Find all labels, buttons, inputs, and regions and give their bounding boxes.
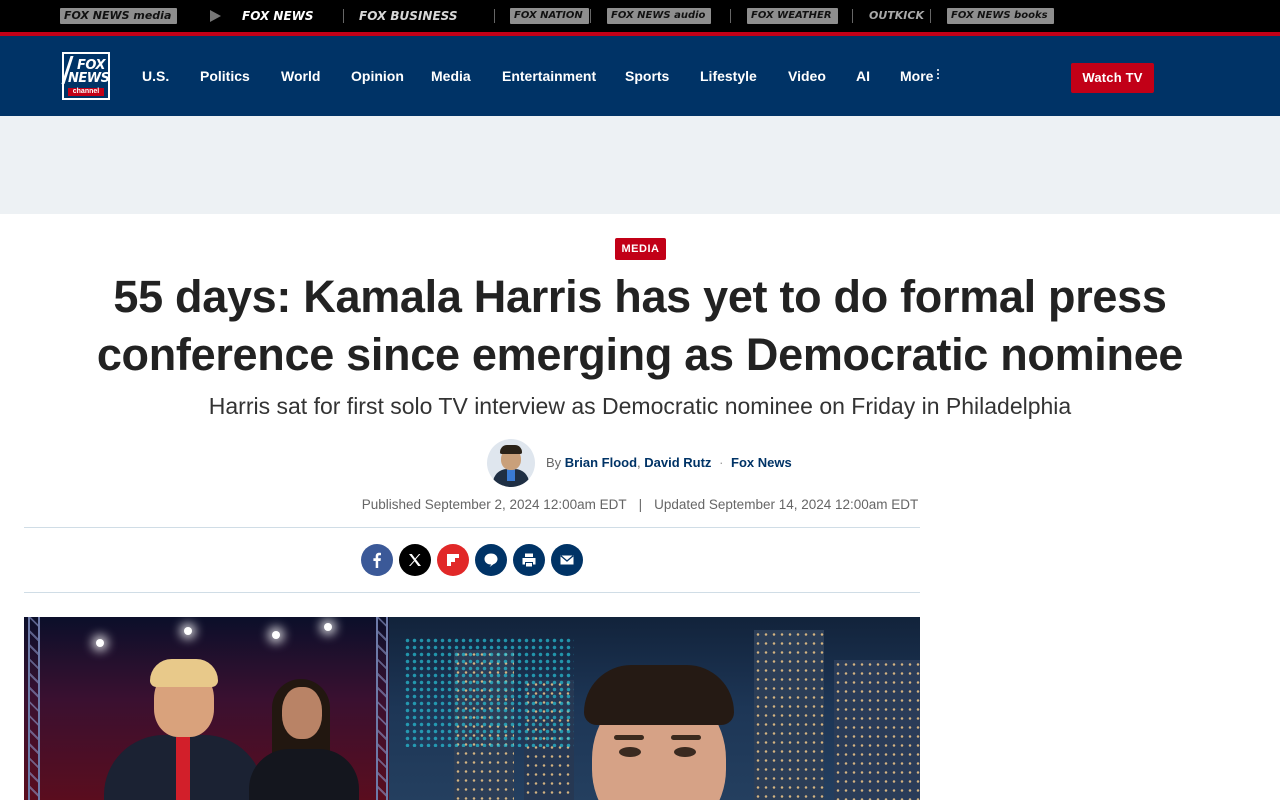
network-link-fox-weather[interactable]: FOX WEATHER	[747, 8, 838, 24]
hero-building	[754, 630, 824, 800]
article-hero-image[interactable]	[24, 617, 920, 800]
share-divider-bottom	[24, 592, 920, 593]
byline-text: By Brian Flood, David Rutz · Fox News	[546, 455, 792, 471]
article-dates: Published September 2, 2024 12:00am EDT |…	[200, 497, 1080, 513]
hero-person-3-eye	[619, 747, 641, 757]
fox-news-logo[interactable]: FOX NEWS channel	[61, 52, 110, 100]
hero-stage-light	[184, 627, 192, 635]
nav-item-video[interactable]: Video	[788, 67, 826, 85]
hero-person-3-brow	[671, 735, 701, 740]
nav-item-entertainment[interactable]: Entertainment	[502, 67, 596, 85]
network-link-fox-news[interactable]: FOX NEWS	[242, 8, 314, 24]
email-icon	[560, 555, 574, 565]
nav-item-opinion[interactable]: Opinion	[351, 67, 404, 85]
byline-dot: ·	[719, 455, 724, 470]
print-icon	[522, 553, 536, 567]
date-divider: |	[638, 497, 643, 512]
nav-item-sports[interactable]: Sports	[625, 67, 669, 85]
source-link[interactable]: Fox News	[731, 455, 792, 470]
avatar-collar-shape	[507, 469, 515, 481]
nav-item-lifestyle[interactable]: Lifestyle	[700, 67, 757, 85]
divider	[590, 9, 591, 23]
ad-placeholder	[0, 116, 1280, 214]
category-badge[interactable]: MEDIA	[615, 238, 666, 260]
nav-item-ai[interactable]: AI	[856, 67, 870, 85]
hero-truss	[376, 617, 388, 800]
logo-line-channel: channel	[68, 88, 104, 96]
author-separator: ,	[637, 455, 641, 470]
watch-tv-button[interactable]: Watch TV	[1071, 63, 1154, 93]
comments-icon	[484, 553, 498, 567]
hero-stage-light	[272, 631, 280, 639]
hero-stage-light	[324, 623, 332, 631]
hero-led-wall	[404, 637, 574, 747]
divider	[930, 9, 931, 23]
divider	[343, 9, 344, 23]
divider	[852, 9, 853, 23]
flipboard-icon	[447, 554, 459, 566]
article-headline: 55 days: Kamala Harris has yet to do for…	[96, 271, 1184, 380]
nav-item-more-label: More	[900, 68, 934, 84]
network-link-fox-news-media[interactable]: FOX NEWS media	[60, 8, 178, 24]
article-subheadline: Harris sat for first solo TV interview a…	[208, 393, 1072, 419]
hero-stage-light	[96, 639, 104, 647]
logo-line-news: NEWS	[68, 71, 110, 86]
facebook-icon	[373, 552, 381, 568]
hero-person-3-brow	[614, 735, 644, 740]
nav-item-more[interactable]: More	[900, 67, 940, 85]
hero-truss	[28, 617, 40, 800]
published-date: Published September 2, 2024 12:00am EDT	[361, 497, 627, 512]
network-link-fox-business[interactable]: FOX BUSINESS	[359, 8, 458, 24]
share-print-button[interactable]	[513, 544, 545, 576]
avatar-hair-shape	[500, 445, 522, 454]
site-header: FOX NEWS channel U.S. Politics World Opi…	[0, 36, 1280, 116]
author-link-brian-flood[interactable]: Brian Flood	[565, 455, 637, 470]
play-icon	[210, 10, 221, 22]
more-dots-icon	[937, 67, 940, 81]
share-divider-top	[24, 527, 920, 528]
network-link-fox-nation[interactable]: FOX NATION	[510, 8, 589, 24]
divider	[730, 9, 731, 23]
share-email-button[interactable]	[551, 544, 583, 576]
nav-item-us[interactable]: U.S.	[142, 67, 169, 85]
hero-person-3-hair	[584, 665, 734, 725]
network-link-outkick[interactable]: OUTKICK	[869, 8, 924, 24]
updated-date: Updated September 14, 2024 12:00am EDT	[654, 497, 919, 512]
network-bar: FOX NEWS media FOX NEWS FOX BUSINESS FOX…	[0, 0, 1280, 32]
hero-person-1-hair	[150, 659, 218, 687]
share-flipboard-button[interactable]	[437, 544, 469, 576]
hero-person-2-head	[282, 687, 322, 739]
share-x-button[interactable]	[399, 544, 431, 576]
author-avatar[interactable]	[487, 439, 535, 487]
hero-person-3-eye	[674, 747, 696, 757]
nav-item-world[interactable]: World	[281, 67, 320, 85]
share-comments-button[interactable]	[475, 544, 507, 576]
author-link-david-rutz[interactable]: David Rutz	[644, 455, 711, 470]
nav-item-politics[interactable]: Politics	[200, 67, 250, 85]
byline-prefix: By	[546, 455, 562, 470]
network-link-fox-news-audio[interactable]: FOX NEWS audio	[607, 8, 712, 24]
hero-building	[834, 660, 920, 800]
x-twitter-icon	[409, 554, 421, 566]
hero-person-2-suit	[249, 749, 359, 800]
hero-person-1-tie	[176, 737, 190, 800]
share-facebook-button[interactable]	[361, 544, 393, 576]
nav-item-media[interactable]: Media	[431, 67, 471, 85]
divider	[494, 9, 495, 23]
network-link-fox-news-books[interactable]: FOX NEWS books	[947, 8, 1054, 24]
